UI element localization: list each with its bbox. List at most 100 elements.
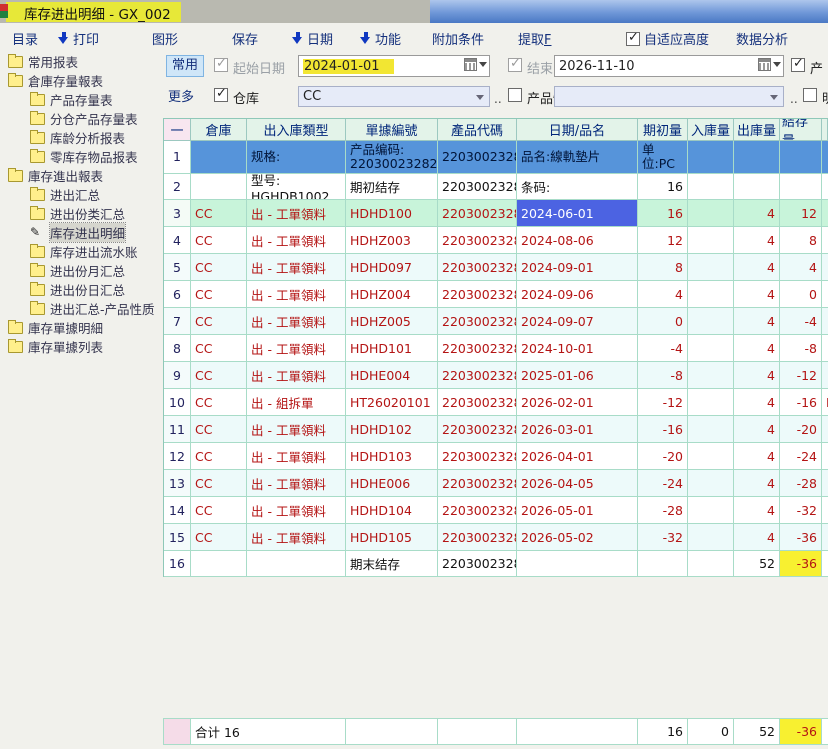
cell-in[interactable]	[688, 308, 734, 335]
cell-wh[interactable]: CC	[191, 281, 247, 308]
cell-sl[interactable]	[822, 281, 828, 308]
cell-no[interactable]: 10	[164, 389, 191, 416]
cell-bal[interactable]: 4	[780, 254, 822, 281]
cell-date[interactable]: 2026-04-01	[517, 443, 638, 470]
cell-type[interactable]: 出 - 工單領料	[247, 443, 346, 470]
cell-no[interactable]: 9	[164, 362, 191, 389]
warehouse-checkbox[interactable]	[214, 88, 228, 102]
column-header-期初量[interactable]: 期初量	[638, 119, 688, 141]
cell-sl[interactable]	[822, 174, 828, 200]
calendar-icon[interactable]	[464, 58, 477, 71]
cell-open[interactable]: 12	[638, 227, 688, 254]
cell-doc[interactable]: HDHZ005	[346, 308, 438, 335]
cell-open[interactable]: -32	[638, 524, 688, 551]
cell-wh[interactable]: CC	[191, 524, 247, 551]
cell-type[interactable]: 出 - 工單領料	[247, 254, 346, 281]
cell-date[interactable]: 2026-04-05	[517, 470, 638, 497]
sidebar-item-庫存進出報表[interactable]: 庫存進出報表	[0, 166, 160, 185]
cell-sl[interactable]	[822, 308, 828, 335]
cell-open[interactable]: 16	[638, 200, 688, 227]
end-date-input[interactable]: 2026-11-10	[554, 55, 784, 77]
cell-no[interactable]: 4	[164, 227, 191, 254]
cell-code[interactable]: 22030023282	[438, 443, 517, 470]
cell-doc[interactable]: HDHD101	[346, 335, 438, 362]
sidebar-item-产品存量表[interactable]: 产品存量表	[0, 90, 160, 109]
sidebar-item-庫存單據明細[interactable]: 庫存單據明細	[0, 318, 160, 337]
cell-type[interactable]: 出 - 工單領料	[247, 416, 346, 443]
cell-doc[interactable]: HDHZ004	[346, 281, 438, 308]
right-cut-checkbox-bottom[interactable]	[803, 88, 817, 102]
cell-no[interactable]: 3	[164, 200, 191, 227]
sidebar-item-倉庫存量報表[interactable]: 倉庫存量報表	[0, 71, 160, 90]
cell-open[interactable]	[638, 551, 688, 577]
warehouse-combobox[interactable]: CC	[298, 86, 490, 107]
menu-item-功能[interactable]: 功能	[360, 29, 401, 48]
cell-bal[interactable]: -8	[780, 335, 822, 362]
product-property-combobox[interactable]	[554, 86, 784, 107]
cell-open[interactable]: -16	[638, 416, 688, 443]
menu-item-图形[interactable]: 图形	[152, 29, 178, 48]
checkbox-checked-icon[interactable]	[626, 32, 640, 46]
cell-wh[interactable]: CC	[191, 362, 247, 389]
sidebar-item-进出份类汇总[interactable]: 进出份类汇总	[0, 204, 160, 223]
sidebar-item-进出汇总-产品性质[interactable]: 进出汇总-产品性质	[0, 299, 160, 318]
cell-out[interactable]: 4	[734, 335, 780, 362]
cell-type[interactable]: 出 - 工單領料	[247, 335, 346, 362]
cell-open[interactable]: 16	[638, 174, 688, 200]
autofit-height-checkbox[interactable]: 自适应高度	[626, 29, 709, 48]
cell-wh[interactable]: CC	[191, 497, 247, 524]
cell-open[interactable]: 0	[638, 308, 688, 335]
cell-bal[interactable]: -16	[780, 389, 822, 416]
cell-bal[interactable]	[780, 141, 822, 174]
cell-bal[interactable]: -36	[780, 551, 822, 577]
sidebar-item-进出份日汇总[interactable]: 进出份日汇总	[0, 280, 160, 299]
cell-out[interactable]: 4	[734, 443, 780, 470]
column-header-extra[interactable]	[822, 119, 828, 141]
cell-bal[interactable]: 12	[780, 200, 822, 227]
cell-wh[interactable]	[191, 551, 247, 577]
cell-type[interactable]	[247, 551, 346, 577]
cell-open[interactable]: -8	[638, 362, 688, 389]
cell-type[interactable]: 出 - 工單領料	[247, 362, 346, 389]
sidebar-item-庫存單據列表[interactable]: 庫存單據列表	[0, 337, 160, 356]
cell-bal[interactable]: -24	[780, 443, 822, 470]
cell-open[interactable]: -28	[638, 497, 688, 524]
menu-item-提取[interactable]: 提取F	[518, 29, 552, 48]
cell-open[interactable]: 单位:PC	[638, 141, 688, 174]
cell-bal[interactable]	[780, 174, 822, 200]
cell-in[interactable]	[688, 416, 734, 443]
product-property-checkbox[interactable]	[508, 88, 522, 102]
cell-out[interactable]: 4	[734, 416, 780, 443]
cell-wh[interactable]: CC	[191, 227, 247, 254]
cell-out[interactable]: 4	[734, 308, 780, 335]
right-cut-checkbox-top[interactable]	[791, 58, 805, 72]
cell-code[interactable]: 22030023282	[438, 254, 517, 281]
cell-type[interactable]: 规格:	[247, 141, 346, 174]
cell-bal[interactable]: -20	[780, 416, 822, 443]
cell-date[interactable]: 2026-05-02	[517, 524, 638, 551]
cell-out[interactable]: 4	[734, 389, 780, 416]
cell-sl[interactable]	[822, 416, 828, 443]
cell-out[interactable]: 4	[734, 362, 780, 389]
cell-wh[interactable]	[191, 174, 247, 200]
cell-no[interactable]: 14	[164, 497, 191, 524]
sidebar-item-进出份月汇总[interactable]: 进出份月汇总	[0, 261, 160, 280]
cell-date[interactable]: 2024-06-01	[517, 200, 638, 227]
cell-bal[interactable]: -12	[780, 362, 822, 389]
cell-code[interactable]: 22030023282	[438, 335, 517, 362]
cell-date[interactable]: 2025-01-06	[517, 362, 638, 389]
cell-doc[interactable]: 产品编码: 22030023282	[346, 141, 438, 174]
cell-doc[interactable]: HDHD104	[346, 497, 438, 524]
cell-out[interactable]: 4	[734, 200, 780, 227]
cell-type[interactable]: 出 - 工單領料	[247, 524, 346, 551]
cell-no[interactable]: 11	[164, 416, 191, 443]
cell-in[interactable]	[688, 200, 734, 227]
cell-in[interactable]	[688, 362, 734, 389]
cell-bal[interactable]: -36	[780, 524, 822, 551]
cell-in[interactable]	[688, 389, 734, 416]
cell-type[interactable]: 出 - 工單領料	[247, 281, 346, 308]
cell-sl[interactable]	[822, 551, 828, 577]
cell-bal[interactable]: 0	[780, 281, 822, 308]
cell-wh[interactable]: CC	[191, 308, 247, 335]
cell-date[interactable]: 品名:線軌墊片	[517, 141, 638, 174]
